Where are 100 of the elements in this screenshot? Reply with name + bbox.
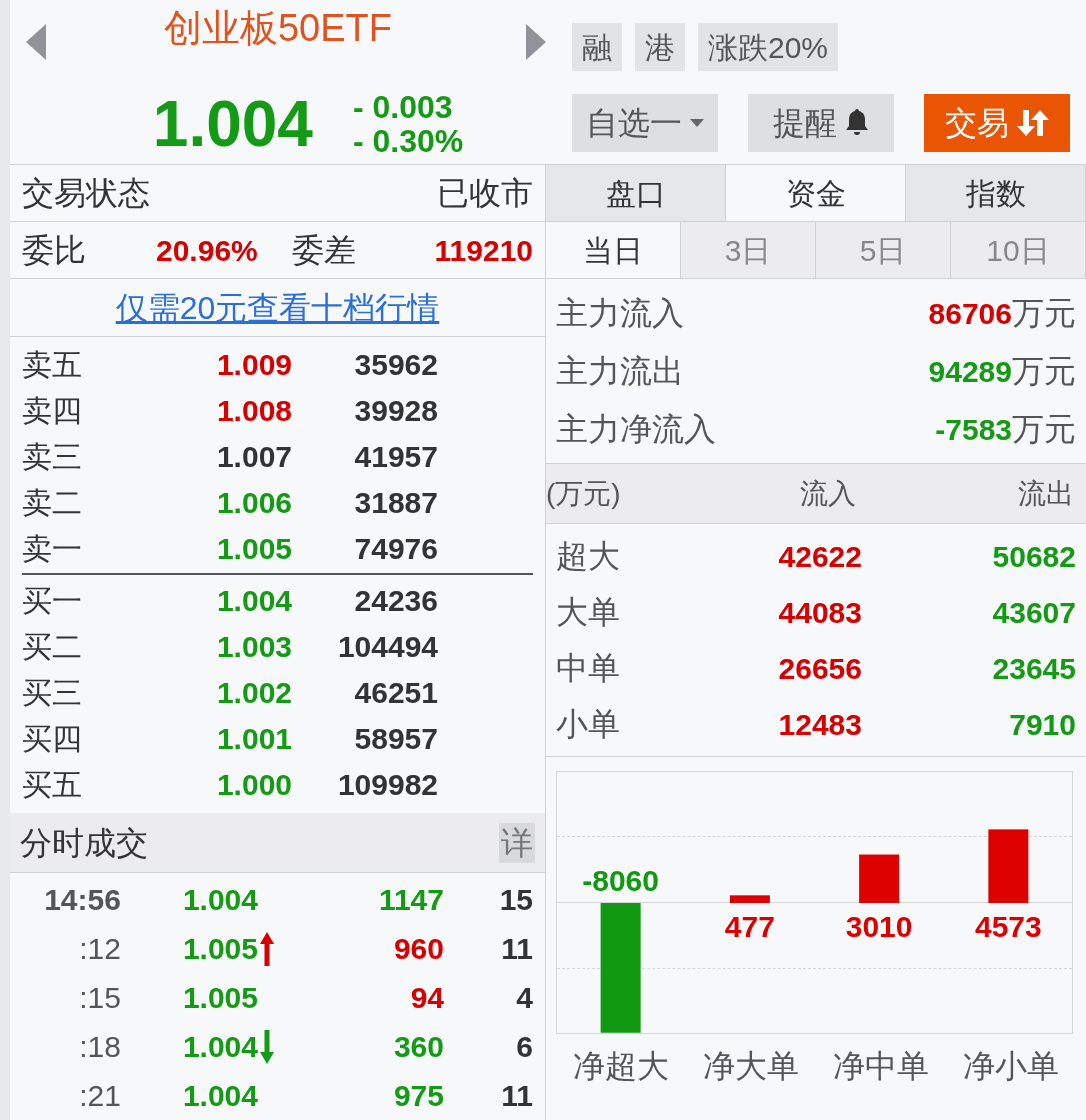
ask-price: 1.006 (215, 484, 292, 521)
trade-time: 14:56 (43, 882, 121, 918)
bar (729, 895, 770, 903)
flow-label: 主力净流入 (556, 410, 716, 449)
column-header: 流入 (799, 476, 856, 511)
trade-count: 4 (515, 980, 533, 1016)
tag: 港 (635, 23, 685, 71)
percent-change: - 0.30% (352, 124, 464, 158)
category-label: 净大单 (703, 1047, 799, 1086)
price-change: - 0.003 (352, 90, 454, 124)
previous-arrow-icon[interactable] (26, 24, 46, 60)
bar-value-label: -8060 (582, 864, 659, 897)
trade-price: 1.004 (182, 1029, 258, 1065)
bid-price: 1.004 (215, 582, 292, 619)
bid-level-label: 买三 (22, 674, 83, 711)
ask-price: 1.009 (215, 346, 292, 383)
trade-volume: 1147 (377, 882, 444, 918)
trade-time: :12 (78, 931, 121, 967)
tab[interactable]: 指数 (906, 165, 1086, 221)
status-value: 已收市 (437, 174, 533, 213)
swap-arrows-icon (1017, 110, 1049, 136)
order-size-label: 超大 (556, 537, 621, 576)
trade-volume: 360 (392, 1029, 444, 1065)
status-label: 交易状态 (22, 174, 150, 213)
trade-time: :15 (78, 980, 121, 1016)
period-tab[interactable]: 3日 (681, 222, 816, 278)
bid-price: 1.000 (215, 766, 292, 803)
inflow-value: 44083 (777, 594, 862, 631)
ask-level-label: 卖一 (22, 530, 83, 567)
trade-count: 11 (500, 931, 533, 967)
outflow-value: 23645 (992, 650, 1076, 687)
ask-level-label: 卖五 (22, 346, 83, 383)
inflow-value: 42622 (777, 538, 862, 575)
trade-count: 15 (498, 882, 533, 918)
bid-volume: 46251 (353, 674, 438, 711)
tab[interactable]: 盘口 (546, 165, 726, 221)
period-tab[interactable]: 10日 (951, 222, 1086, 278)
ask-volume: 35962 (353, 346, 438, 383)
tag: 涨跌20% (698, 23, 839, 71)
ask-price: 1.005 (215, 530, 292, 567)
bid-volume: 109982 (336, 766, 438, 803)
flow-value: -7583 (935, 411, 1012, 448)
alert-button[interactable]: 提醒 (748, 94, 894, 152)
bid-volume: 58957 (353, 720, 438, 757)
period-tab[interactable]: 5日 (816, 222, 951, 278)
trade-time: :18 (78, 1029, 121, 1065)
caret-icon (690, 119, 704, 127)
flow-label: 主力流出 (556, 352, 684, 391)
outflow-value: 7910 (1009, 706, 1076, 743)
trade-price: 1.004 (182, 1078, 258, 1114)
column-header: 流出 (1018, 476, 1074, 511)
bar (859, 854, 900, 903)
bid-price: 1.002 (215, 674, 292, 711)
inflow-value: 12483 (777, 706, 862, 743)
section-title: 分时成交 (20, 823, 148, 863)
flow-unit: 万元 (1012, 352, 1076, 391)
watchlist-dropdown[interactable]: 自选一 (572, 94, 718, 152)
bar-value-label: 4573 (975, 910, 1042, 943)
outflow-value: 43607 (992, 594, 1076, 631)
bid-price: 1.001 (215, 720, 292, 757)
bid-price: 1.003 (215, 628, 292, 665)
detail-button[interactable]: 详 (499, 822, 535, 863)
order-size-label: 大单 (556, 593, 621, 632)
ask-level-label: 卖四 (22, 392, 83, 429)
ask-price: 1.007 (215, 438, 292, 475)
order-size-label: 小单 (556, 705, 621, 744)
flow-label: 主力流入 (556, 294, 684, 333)
ask-level-label: 卖三 (22, 438, 83, 475)
upgrade-link[interactable]: 仅需20元查看十档行情 (115, 283, 440, 332)
ratio-value: 20.96% (156, 232, 259, 269)
trade-volume: 960 (392, 931, 444, 967)
trade-price: 1.004 (182, 882, 258, 918)
ask-volume: 31887 (353, 484, 438, 521)
trade-time: :21 (78, 1078, 121, 1114)
ask-price: 1.008 (215, 392, 292, 429)
bid-level-label: 买四 (22, 720, 83, 757)
ask-level-label: 卖二 (22, 484, 83, 521)
category-label: 净小单 (963, 1047, 1059, 1086)
bid-volume: 104494 (336, 628, 438, 665)
bar-value-label: 477 (724, 910, 775, 943)
flow-value: 86706 (928, 295, 1012, 332)
trade-button[interactable]: 交易 (924, 94, 1070, 152)
category-label: 净中单 (833, 1047, 929, 1086)
flow-unit: 万元 (1012, 410, 1076, 449)
trade-count: 6 (515, 1029, 533, 1065)
stock-title: 创业板50ETF (163, 6, 392, 50)
trade-price: 1.005 (182, 980, 258, 1016)
ask-volume: 74976 (353, 530, 438, 567)
inflow-value: 26656 (777, 650, 862, 687)
trade-volume: 975 (392, 1078, 444, 1114)
bid-level-label: 买一 (22, 582, 83, 619)
trade-volume: 94 (409, 980, 444, 1016)
ask-volume: 41957 (353, 438, 438, 475)
ratio-label: 委比 (22, 231, 87, 270)
trade-price: 1.005 (182, 931, 258, 967)
tag: 融 (572, 23, 622, 71)
next-arrow-icon[interactable] (526, 24, 546, 60)
flow-unit: 万元 (1012, 294, 1076, 333)
bid-level-label: 买二 (22, 628, 83, 665)
flow-value: 94289 (928, 353, 1012, 390)
